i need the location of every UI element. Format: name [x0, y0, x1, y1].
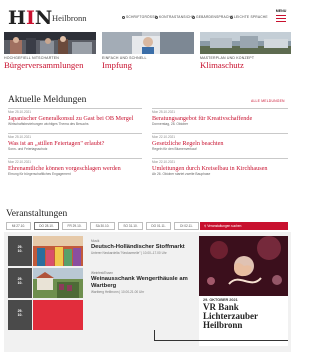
divider — [8, 133, 142, 134]
logo-letter-n: N — [34, 7, 53, 29]
divider — [8, 158, 142, 159]
news-title[interactable]: Ehrenamtliche können vorgeschlagen werde… — [8, 165, 142, 172]
site-header: HIN Heilbronn SCHRIFTGRÖSSE KONTRASTANSI… — [4, 4, 291, 32]
news-title[interactable]: Gesetzliche Regeln beachten — [152, 140, 286, 147]
logo-letter-h: H — [8, 7, 26, 29]
news-subtitle: Sonn- und Feiertagsschutz — [8, 147, 48, 151]
city-name: Heilbronn — [52, 13, 87, 23]
news-subtitle: Ehrung für bürgerschaftliches Engagement — [8, 172, 71, 176]
event-kicker: Weinfest/Essen — [91, 271, 114, 275]
event-date-badge: 29. 10. — [8, 236, 32, 266]
news-section-title: Aktuelle Meldungen — [8, 95, 87, 105]
utility-font-size-link[interactable]: SCHRIFTGRÖSSE — [122, 15, 157, 19]
easy-language-icon — [230, 15, 233, 19]
menu-button[interactable]: MENU — [273, 9, 289, 25]
teaser-title-link[interactable]: Bürgerversammlungen — [4, 61, 83, 70]
featured-event-image — [199, 236, 288, 296]
utility-font-size-label: SCHRIFTGRÖSSE — [126, 15, 157, 19]
news-title[interactable]: Umleitungen durch Kreiselbau in Kirchhau… — [152, 165, 286, 172]
event-meta: Wartberg Heilbronn | 10.00-21.00 Uhr — [91, 290, 145, 294]
news-item[interactable]: Mon 22.10.2021 Gesetzliche Regeln beacht… — [152, 135, 286, 152]
utility-sign-language-link[interactable]: GEBÄRDENSPRACHE — [192, 15, 233, 19]
event-month: 10. — [17, 249, 23, 253]
sign-language-icon — [192, 15, 195, 19]
events-section: Veranstaltungen MI 27.10. DO 28.10. FR 2… — [0, 206, 295, 352]
teaser-image-klimaschutz[interactable] — [200, 32, 291, 54]
featured-event-title[interactable]: VR Bank Lichterzauber Heilbronn — [203, 302, 287, 331]
news-item[interactable]: Mon 22.10.2021 Umleitungen durch Kreisel… — [152, 160, 286, 177]
scroll-indicator-line — [154, 340, 288, 341]
news-subtitle: Regeln für den Blumenverkauf — [152, 147, 197, 151]
site-logo[interactable]: HIN — [8, 7, 52, 29]
news-subtitle: Wirtschaftsbeziehungen wichtiges Thema d… — [8, 122, 89, 126]
news-title[interactable]: Was ist an „stillen Feiertagen" erlaubt? — [8, 140, 142, 147]
date-tab[interactable]: FR 29.10. — [62, 222, 87, 230]
event-image[interactable] — [33, 236, 83, 266]
teaser-image-buergerversammlungen[interactable] — [4, 32, 96, 54]
event-title[interactable]: Deutsch-Holländischer Stoffmarkt — [91, 244, 191, 251]
featured-event-card[interactable]: 29. OKTOBER 2021 VR Bank Lichterzauber H… — [199, 236, 288, 346]
divider — [152, 158, 288, 159]
menu-label: MENU — [275, 9, 287, 13]
event-month: 10. — [17, 281, 23, 285]
date-tab[interactable]: DO 28.10. — [34, 222, 59, 230]
news-title[interactable]: Beratungsangebot für Kreativschaffende — [152, 115, 286, 122]
event-date-badge: 29. 10. — [8, 300, 32, 330]
event-date-badge: 29. 10. — [8, 268, 32, 298]
news-item[interactable]: Mon 25.10.2021 Japanischer Generalkonsul… — [8, 110, 142, 127]
news-item[interactable]: Mon 25.10.2021 Beratungsangebot für Krea… — [152, 110, 286, 127]
all-news-link[interactable]: ALLE MELDUNGEN — [251, 99, 285, 103]
teaser-strip: HOCHGEFIELL NITSCHARTEN Bürgerversammlun… — [4, 32, 291, 86]
event-meta: Unterer Neckardelta "Neckarmeile" | 10.0… — [91, 251, 167, 255]
divider — [152, 108, 288, 109]
utility-contrast-label: KONTRASTANSICHT — [159, 15, 195, 19]
utility-easy-language-label: LEICHTE SPRACHE — [234, 15, 268, 19]
date-tab[interactable]: SO 31.10. — [118, 222, 143, 230]
teaser-title-link[interactable]: Klimaschutz — [200, 61, 244, 70]
event-image[interactable] — [33, 268, 83, 298]
logo-letter-i: I — [25, 7, 35, 29]
events-section-title: Veranstaltungen — [6, 209, 68, 219]
news-title[interactable]: Japanischer Generalkonsul zu Gast bei OB… — [8, 115, 142, 122]
news-subtitle: Ab 26. Oktober startet zweite Bauphase — [152, 172, 211, 176]
news-subtitle: Donnerstag, 28. Oktober — [152, 122, 189, 126]
utility-easy-language-link[interactable]: LEICHTE SPRACHE — [230, 15, 268, 19]
date-tab[interactable]: SA 30.10. — [90, 222, 115, 230]
teaser-image-impfung[interactable] — [102, 32, 194, 54]
news-item[interactable]: Mon 22.10.2021 Ehrenamtliche können vorg… — [8, 160, 142, 177]
event-kicker: Musik — [91, 239, 100, 243]
utility-sign-language-label: GEBÄRDENSPRACHE — [196, 15, 234, 19]
event-image[interactable] — [33, 300, 83, 330]
event-title[interactable]: Weinausschank Wengerthäusle am Wartberg — [91, 276, 195, 289]
news-item[interactable]: Mon 25.10.2021 Was ist an „stillen Feier… — [8, 135, 142, 152]
event-search-button[interactable]: ⚲ Veranstaltungen suchen — [200, 222, 288, 230]
utility-contrast-link[interactable]: KONTRASTANSICHT — [155, 15, 194, 19]
event-month: 10. — [17, 313, 23, 317]
scroll-indicator-line — [154, 330, 155, 340]
contrast-icon — [155, 15, 158, 19]
date-tab[interactable]: MI 27.10. — [6, 222, 31, 230]
page: HIN Heilbronn SCHRIFTGRÖSSE KONTRASTANSI… — [0, 0, 295, 352]
divider — [152, 133, 288, 134]
font-size-icon — [122, 15, 125, 19]
event-search-label: Veranstaltungen suchen — [207, 224, 242, 228]
date-tab[interactable]: DO 01.11. — [146, 222, 171, 230]
divider — [8, 108, 142, 109]
teaser-title-link[interactable]: Impfung — [102, 61, 132, 70]
date-tab[interactable]: DI 02.11. — [174, 222, 199, 230]
